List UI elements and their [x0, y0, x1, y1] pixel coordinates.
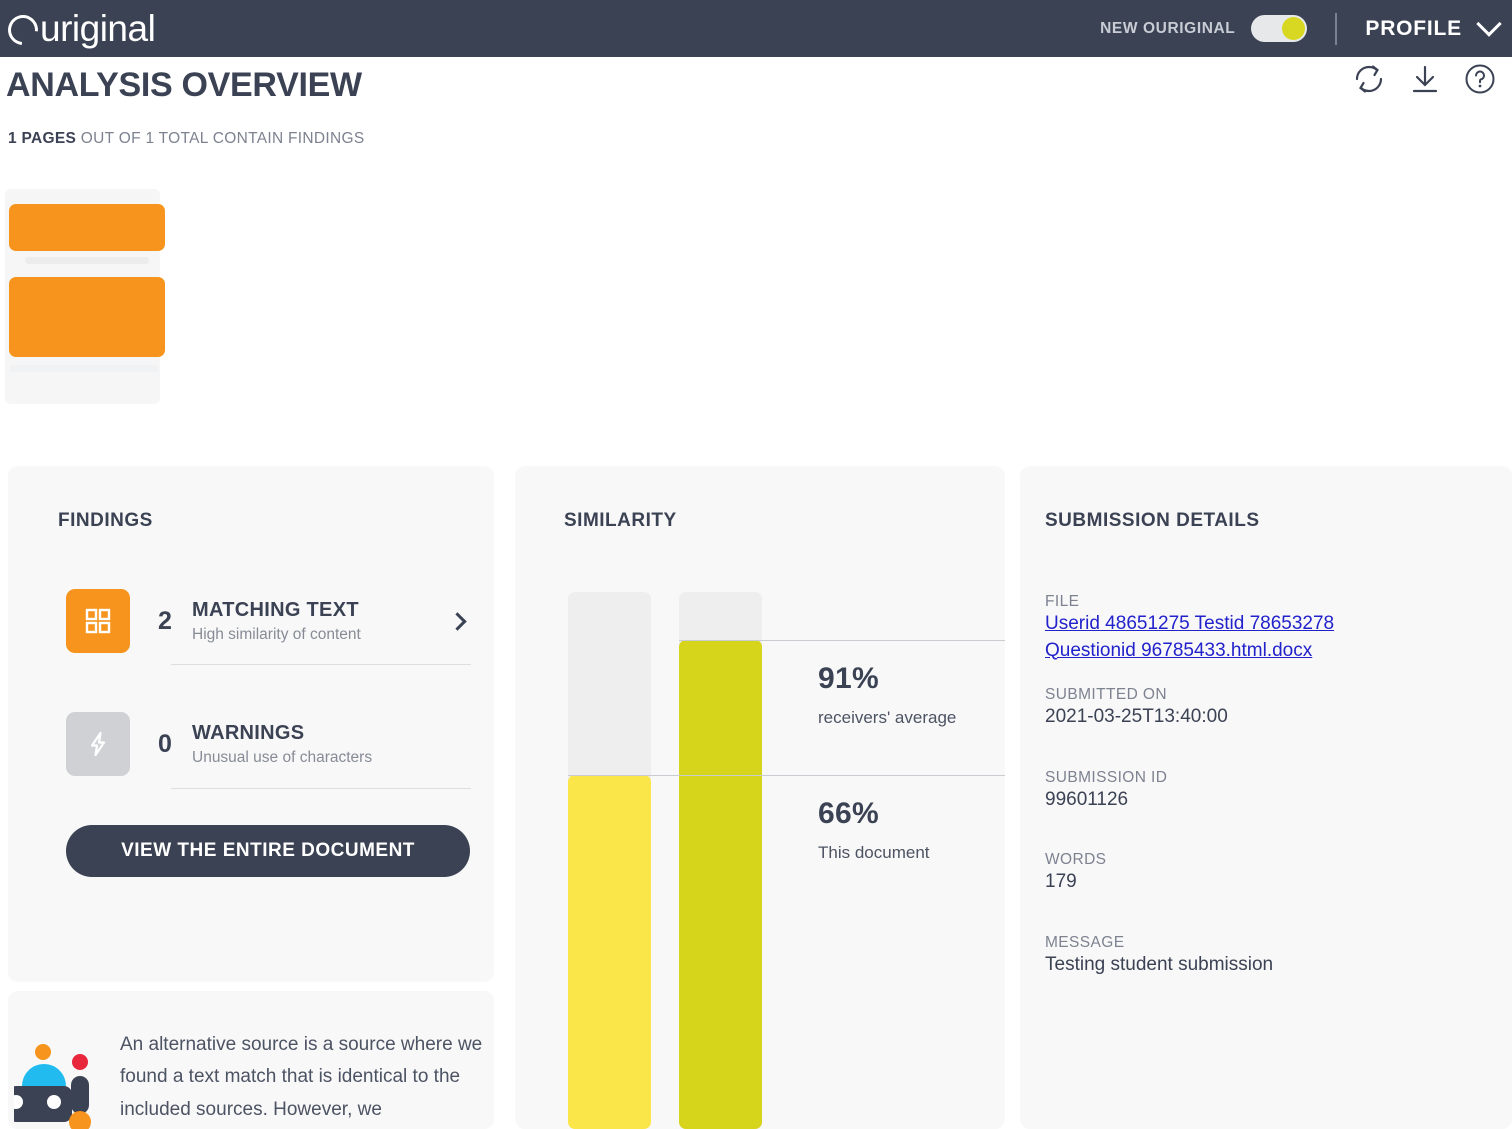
brand-name: uriginal [40, 10, 155, 47]
this-document-caption: This document [818, 843, 930, 863]
header-actions [1352, 62, 1496, 96]
thumbnail-text-line [25, 257, 149, 264]
findings-title: FINDINGS [58, 510, 153, 532]
findings-card: FINDINGS 2 MATCHING TEXT High similarity… [8, 466, 494, 982]
submission-details-card: SUBMISSION DETAILS FILE Userid 48651275 … [1020, 466, 1512, 1129]
submitted-on-label: SUBMITTED ON [1045, 686, 1485, 704]
marker-line-receivers-average [679, 640, 1005, 641]
file-label: FILE [1045, 593, 1485, 611]
topbar-divider [1335, 13, 1337, 45]
submission-id-value: 99601126 [1045, 787, 1485, 813]
submission-id-field: SUBMISSION ID 99601126 [1045, 769, 1485, 813]
file-link-line-2[interactable]: Questionid 96785433.html.docx [1045, 638, 1485, 665]
similarity-title: SIMILARITY [564, 510, 677, 532]
top-navigation-bar: uriginal NEW OURIGINAL PROFILE [0, 0, 1512, 57]
receivers-average-caption: receivers' average [818, 708, 956, 728]
bar-fill-receivers-average [679, 640, 762, 1129]
finding-row-matching-text[interactable]: 2 MATCHING TEXT High similarity of conte… [66, 589, 470, 653]
submitted-on-field: SUBMITTED ON 2021-03-25T13:40:00 [1045, 686, 1485, 730]
warnings-texts: WARNINGS Unusual use of characters [192, 721, 470, 767]
marker-line-this-document [568, 775, 1005, 776]
similarity-bar-chart: 91% receivers' average 66% This document [568, 592, 1005, 1129]
page-thumbnail-list: 1 [5, 189, 160, 404]
submission-details-title: SUBMISSION DETAILS [1045, 510, 1260, 532]
message-value: Testing student submission [1045, 952, 1485, 978]
profile-menu[interactable]: PROFILE [1365, 17, 1498, 41]
submitted-on-value: 2021-03-25T13:40:00 [1045, 704, 1485, 730]
matching-text-sublabel: High similarity of content [192, 626, 443, 644]
finding-row-warnings[interactable]: 0 WARNINGS Unusual use of characters [66, 712, 470, 776]
chevron-down-icon [1476, 11, 1501, 36]
help-icon[interactable] [1464, 63, 1496, 95]
submission-id-label: SUBMISSION ID [1045, 769, 1485, 787]
alternative-source-info-card: An alternative source is a source where … [8, 991, 494, 1129]
similarity-card: SIMILARITY 91% receivers' average 66% Th… [515, 466, 1005, 1129]
file-field: FILE Userid 48651275 Testid 78653278 Que… [1045, 593, 1485, 664]
new-ouriginal-label: NEW OURIGINAL [1100, 20, 1235, 38]
lightning-icon [66, 712, 130, 776]
bar-fill-this-document [568, 775, 651, 1129]
words-value: 179 [1045, 869, 1485, 895]
page-title: ANALYSIS OVERVIEW [6, 66, 362, 105]
alternative-source-text: An alternative source is a source where … [120, 1029, 490, 1126]
receivers-average-percent: 91% [818, 662, 879, 696]
message-field: MESSAGE Testing student submission [1045, 934, 1485, 978]
topbar-right-group: NEW OURIGINAL PROFILE [1100, 0, 1512, 57]
matching-text-count: 2 [138, 607, 192, 636]
new-ouriginal-toggle[interactable] [1251, 15, 1307, 42]
illustration-icon [14, 1038, 110, 1129]
page-subtitle: 1 PAGES OUT OF 1 TOTAL CONTAIN FINDINGS [8, 130, 365, 148]
matching-text-texts: MATCHING TEXT High similarity of content [192, 598, 443, 644]
message-label: MESSAGE [1045, 934, 1485, 952]
logo-o-icon [2, 8, 44, 50]
pages-count-rest: OUT OF 1 TOTAL CONTAIN FINDINGS [76, 130, 364, 147]
bar-track-receivers-average [679, 592, 762, 1129]
page-thumbnail-1[interactable] [5, 189, 160, 404]
bar-track-this-document [568, 592, 651, 1129]
words-field: WORDS 179 [1045, 851, 1485, 895]
ouriginal-logo[interactable]: uriginal [8, 10, 155, 47]
view-entire-document-button[interactable]: VIEW THE ENTIRE DOCUMENT [66, 825, 470, 877]
thumbnail-text-line [9, 365, 159, 372]
matching-text-label: MATCHING TEXT [192, 598, 443, 623]
refresh-icon[interactable] [1352, 62, 1386, 96]
profile-label: PROFILE [1365, 17, 1462, 41]
pages-count: 1 PAGES [8, 130, 76, 147]
thumbnail-finding-block [9, 277, 165, 357]
words-label: WORDS [1045, 851, 1485, 869]
grid-icon [66, 589, 130, 653]
file-link-line-1[interactable]: Userid 48651275 Testid 78653278 [1045, 611, 1485, 638]
findings-divider [171, 664, 471, 665]
chevron-right-icon[interactable] [448, 612, 466, 630]
warnings-count: 0 [138, 730, 192, 759]
thumbnail-finding-block [9, 204, 165, 251]
download-icon[interactable] [1408, 62, 1442, 96]
toggle-knob [1282, 17, 1305, 40]
findings-divider [171, 788, 471, 789]
warnings-label: WARNINGS [192, 721, 470, 746]
warnings-sublabel: Unusual use of characters [192, 749, 470, 767]
this-document-percent: 66% [818, 797, 879, 831]
